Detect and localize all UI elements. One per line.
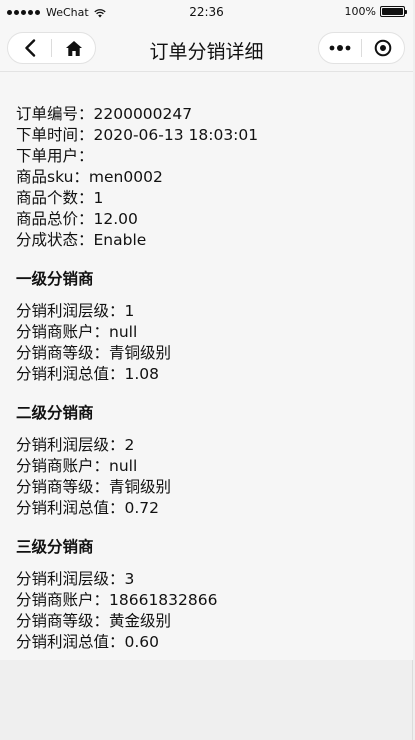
section-title: 三级分销商 — [16, 538, 94, 556]
profit-total: 分销利润总值：0.60 — [16, 633, 160, 651]
close-button[interactable] — [362, 33, 404, 63]
order-number: 订单编号：2200000247 — [16, 105, 193, 123]
nav-right-capsule — [318, 32, 405, 64]
distributor-account: 分销商账户：null — [16, 323, 138, 341]
target-close-icon — [374, 39, 392, 57]
navigation-bar: 订单分销详细 — [0, 24, 413, 72]
section-title: 二级分销商 — [16, 404, 94, 422]
distributor-grade: 分销商等级：青铜级别 — [16, 344, 172, 362]
product-total: 商品总价：12.00 — [16, 210, 138, 228]
order-detail-content: 订单编号：2200000247 下单时间：2020-06-13 18:03:01… — [0, 72, 413, 660]
battery-icon — [380, 6, 407, 17]
distributor-level-2: 二级分销商 分销利润层级：2 分销商账户：null 分销商等级：青铜级别 分销利… — [16, 403, 397, 519]
back-chevron-icon — [24, 39, 35, 57]
profit-tier: 分销利润层级：1 — [16, 302, 135, 320]
distributor-account: 分销商账户：null — [16, 457, 138, 475]
more-button[interactable] — [319, 33, 361, 63]
distributor-grade: 分销商等级：黄金级别 — [16, 612, 172, 630]
home-icon — [65, 40, 82, 56]
product-count: 商品个数：1 — [16, 189, 104, 207]
battery-percent: 100% — [344, 5, 376, 18]
order-user: 下单用户： — [16, 147, 94, 165]
home-button[interactable] — [52, 33, 95, 63]
profit-tier: 分销利润层级：3 — [16, 570, 135, 588]
phone-frame: WeChat 22:36 100% 订单分销详细 订单编号：2200000247… — [0, 0, 413, 740]
nav-left-capsule — [7, 32, 96, 64]
product-sku: 商品sku：men0002 — [16, 168, 163, 186]
distributor-account: 分销商账户：18661832866 — [16, 591, 218, 609]
distributor-level-1: 一级分销商 分销利润层级：1 分销商账户：null 分销商等级：青铜级别 分销利… — [16, 269, 397, 385]
section-title: 一级分销商 — [16, 270, 94, 288]
page-title: 订单分销详细 — [149, 41, 264, 63]
more-dots-icon — [329, 45, 351, 51]
profit-tier: 分销利润层级：2 — [16, 436, 135, 454]
distributor-grade: 分销商等级：青铜级别 — [16, 478, 172, 496]
order-info: 订单编号：2200000247 下单时间：2020-06-13 18:03:01… — [16, 104, 397, 251]
order-time: 下单时间：2020-06-13 18:03:01 — [16, 126, 259, 144]
battery-status: 100% — [344, 5, 407, 18]
back-button[interactable] — [8, 33, 51, 63]
share-status: 分成状态：Enable — [16, 231, 147, 249]
status-bar: WeChat 22:36 100% — [0, 0, 413, 24]
profit-total: 分销利润总值：1.08 — [16, 365, 160, 383]
profit-total: 分销利润总值：0.72 — [16, 499, 160, 517]
distributor-level-3: 三级分销商 分销利润层级：3 分销商账户：18661832866 分销商等级：黄… — [16, 537, 397, 653]
